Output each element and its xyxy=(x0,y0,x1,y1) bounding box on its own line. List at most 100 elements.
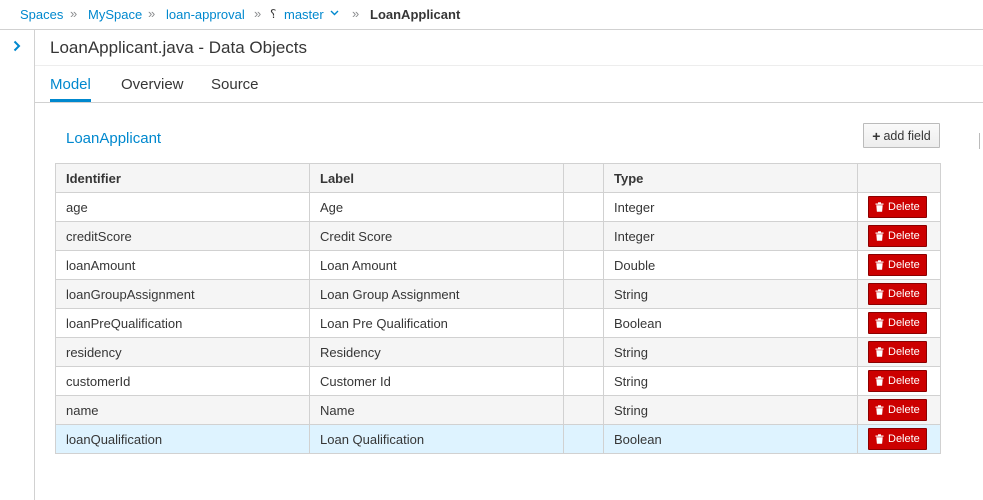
empty-cell xyxy=(563,337,604,367)
table-row[interactable]: age Age Integer Delete xyxy=(55,192,941,222)
type-cell[interactable]: String xyxy=(603,279,858,309)
add-field-label: add field xyxy=(883,128,931,143)
breadcrumb-project[interactable]: loan-approval xyxy=(166,7,245,22)
fields-table: Identifier Label Type age Age Integer Delet… xyxy=(55,163,941,454)
chevron-right-icon[interactable] xyxy=(11,40,23,52)
identifier-cell[interactable]: residency xyxy=(55,337,310,367)
header-identifier[interactable]: Identifier xyxy=(55,163,310,193)
trash-icon xyxy=(875,289,884,299)
actions-cell: Delete xyxy=(857,366,941,396)
table-row[interactable]: creditScore Credit Score Integer Delete xyxy=(55,221,941,251)
plus-icon: + xyxy=(872,127,881,144)
header-type[interactable]: Type xyxy=(603,163,858,193)
delete-button[interactable]: Delete xyxy=(868,254,927,276)
actions-cell: Delete xyxy=(857,279,941,309)
chevron-down-icon[interactable] xyxy=(330,9,339,17)
label-cell[interactable]: Credit Score xyxy=(309,221,564,251)
empty-cell xyxy=(563,424,604,454)
empty-cell xyxy=(563,221,604,251)
trash-icon xyxy=(875,318,884,328)
header-label[interactable]: Label xyxy=(309,163,564,193)
identifier-cell[interactable]: age xyxy=(55,192,310,222)
delete-label: Delete xyxy=(888,288,920,300)
table-row[interactable]: loanAmount Loan Amount Double Delete xyxy=(55,250,941,280)
identifier-cell[interactable]: loanGroupAssignment xyxy=(55,279,310,309)
type-cell[interactable]: Boolean xyxy=(603,424,858,454)
type-cell[interactable]: Integer xyxy=(603,192,858,222)
table-row[interactable]: loanPreQualification Loan Pre Qualificati… xyxy=(55,308,941,338)
delete-button[interactable]: Delete xyxy=(868,341,927,363)
table-row[interactable]: customerId Customer Id String Delete xyxy=(55,366,941,396)
type-cell[interactable]: String xyxy=(603,337,858,367)
empty-cell xyxy=(563,395,604,425)
trash-icon xyxy=(875,405,884,415)
tab-source[interactable]: Source xyxy=(211,76,259,93)
delete-button[interactable]: Delete xyxy=(868,428,927,450)
actions-cell: Delete xyxy=(857,221,941,251)
table-row[interactable]: loanGroupAssignment Loan Group Assignment… xyxy=(55,279,941,309)
page-title: LoanApplicant.java - Data Objects xyxy=(50,38,308,57)
breadcrumb-branch[interactable]: master xyxy=(284,7,324,22)
delete-label: Delete xyxy=(888,346,920,358)
delete-button[interactable]: Delete xyxy=(868,370,927,392)
actions-cell: Delete xyxy=(857,395,941,425)
label-cell[interactable]: Age xyxy=(309,192,564,222)
delete-label: Delete xyxy=(888,375,920,387)
empty-cell xyxy=(563,308,604,338)
tab-model[interactable]: Model xyxy=(50,76,91,93)
type-cell[interactable]: String xyxy=(603,395,858,425)
label-cell[interactable]: Loan Qualification xyxy=(309,424,564,454)
breadcrumb-space[interactable]: MySpace xyxy=(88,7,142,22)
identifier-cell[interactable]: creditScore xyxy=(55,221,310,251)
label-cell[interactable]: Loan Amount xyxy=(309,250,564,280)
identifier-cell[interactable]: loanPreQualification xyxy=(55,308,310,338)
breadcrumb-spaces[interactable]: Spaces xyxy=(20,7,63,22)
type-cell[interactable]: Double xyxy=(603,250,858,280)
label-cell[interactable]: Residency xyxy=(309,337,564,367)
identifier-cell[interactable]: loanQualification xyxy=(55,424,310,454)
delete-button[interactable]: Delete xyxy=(868,399,927,421)
table-row[interactable]: residency Residency String Delete xyxy=(55,337,941,367)
label-cell[interactable]: Loan Pre Qualification xyxy=(309,308,564,338)
breadcrumb-separator: » xyxy=(254,6,262,21)
delete-button[interactable]: Delete xyxy=(868,312,927,334)
label-cell[interactable]: Customer Id xyxy=(309,366,564,396)
add-field-button[interactable]: + add field xyxy=(863,123,940,148)
actions-cell: Delete xyxy=(857,192,941,222)
breadcrumb-current: LoanApplicant xyxy=(370,7,461,22)
type-cell[interactable]: Integer xyxy=(603,221,858,251)
type-cell[interactable]: Boolean xyxy=(603,308,858,338)
delete-button[interactable]: Delete xyxy=(868,225,927,247)
breadcrumb-separator: » xyxy=(352,6,360,21)
empty-cell xyxy=(563,250,604,280)
type-cell[interactable]: String xyxy=(603,366,858,396)
delete-button[interactable]: Delete xyxy=(868,283,927,305)
git-branch-icon: ⸮ xyxy=(270,7,277,21)
identifier-cell[interactable]: loanAmount xyxy=(55,250,310,280)
trash-icon xyxy=(875,202,884,212)
delete-button[interactable]: Delete xyxy=(868,196,927,218)
active-tab-indicator xyxy=(50,99,91,102)
delete-label: Delete xyxy=(888,259,920,271)
trash-icon xyxy=(875,231,884,241)
table-header-row: Identifier Label Type xyxy=(55,163,941,193)
table-row[interactable]: loanQualification Loan Qualification Boole… xyxy=(55,424,941,454)
trash-icon xyxy=(875,260,884,270)
trash-icon xyxy=(875,376,884,386)
delete-label: Delete xyxy=(888,404,920,416)
table-row[interactable]: name Name String Delete xyxy=(55,395,941,425)
identifier-cell[interactable]: customerId xyxy=(55,366,310,396)
actions-cell: Delete xyxy=(857,250,941,280)
label-cell[interactable]: Name xyxy=(309,395,564,425)
data-object-name: LoanApplicant xyxy=(66,130,162,147)
breadcrumb: Spaces » MySpace » loan-approval » ⸮ mas… xyxy=(0,0,983,30)
trash-icon xyxy=(875,347,884,357)
delete-label: Delete xyxy=(888,201,920,213)
delete-label: Delete xyxy=(888,317,920,329)
tab-overview[interactable]: Overview xyxy=(121,76,184,93)
label-cell[interactable]: Loan Group Assignment xyxy=(309,279,564,309)
breadcrumb-separator: » xyxy=(70,6,78,21)
identifier-cell[interactable]: name xyxy=(55,395,310,425)
actions-cell: Delete xyxy=(857,424,941,454)
empty-cell xyxy=(563,192,604,222)
